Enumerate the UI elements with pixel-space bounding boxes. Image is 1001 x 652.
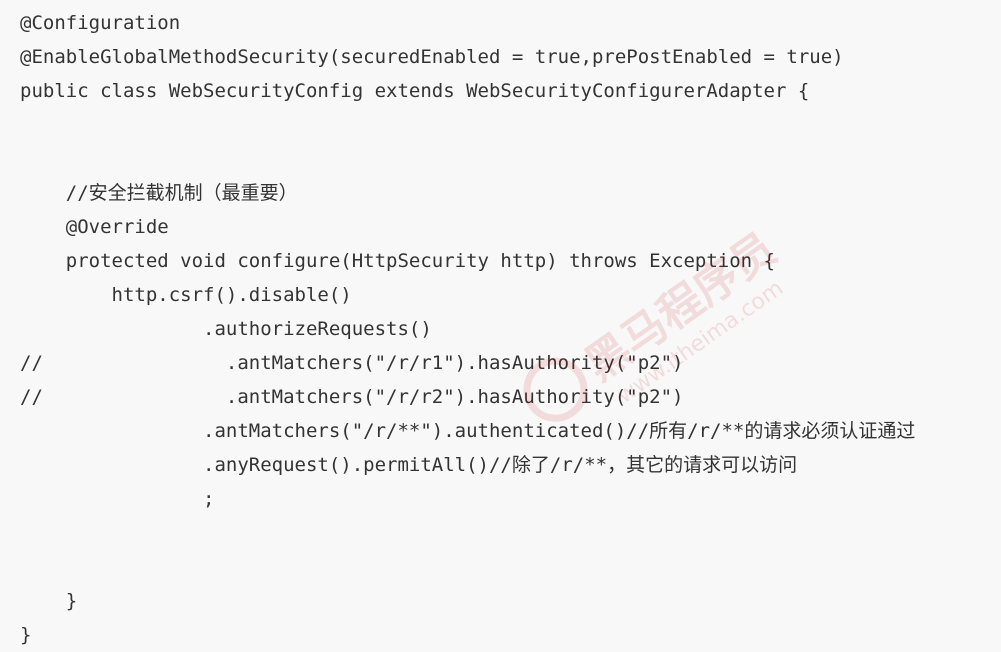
code-block: @Configuration @EnableGlobalMethodSecuri… [0, 0, 1001, 648]
code-line: @Configuration [20, 12, 181, 34]
code-line: ; [20, 488, 215, 510]
code-line: .anyRequest().permitAll()//除了/r/**，其它的请求… [20, 454, 798, 476]
code-line: public class WebSecurityConfig extends W… [20, 80, 810, 102]
code-line: //安全拦截机制（最重要） [20, 182, 298, 204]
code-line: // .antMatchers("/r/r1").hasAuthority("p… [20, 352, 684, 374]
code-line: // .antMatchers("/r/r2").hasAuthority("p… [20, 386, 684, 408]
code-line: .authorizeRequests() [20, 318, 432, 340]
code-line: @EnableGlobalMethodSecurity(securedEnabl… [20, 46, 844, 68]
code-line: .antMatchers("/r/**").authenticated()//所… [20, 420, 916, 442]
code-line: } [20, 590, 78, 612]
code-line: } [20, 624, 32, 646]
code-line: protected void configure(HttpSecurity ht… [20, 250, 775, 272]
code-line: http.csrf().disable() [20, 284, 352, 306]
code-line: @Override [20, 216, 169, 238]
